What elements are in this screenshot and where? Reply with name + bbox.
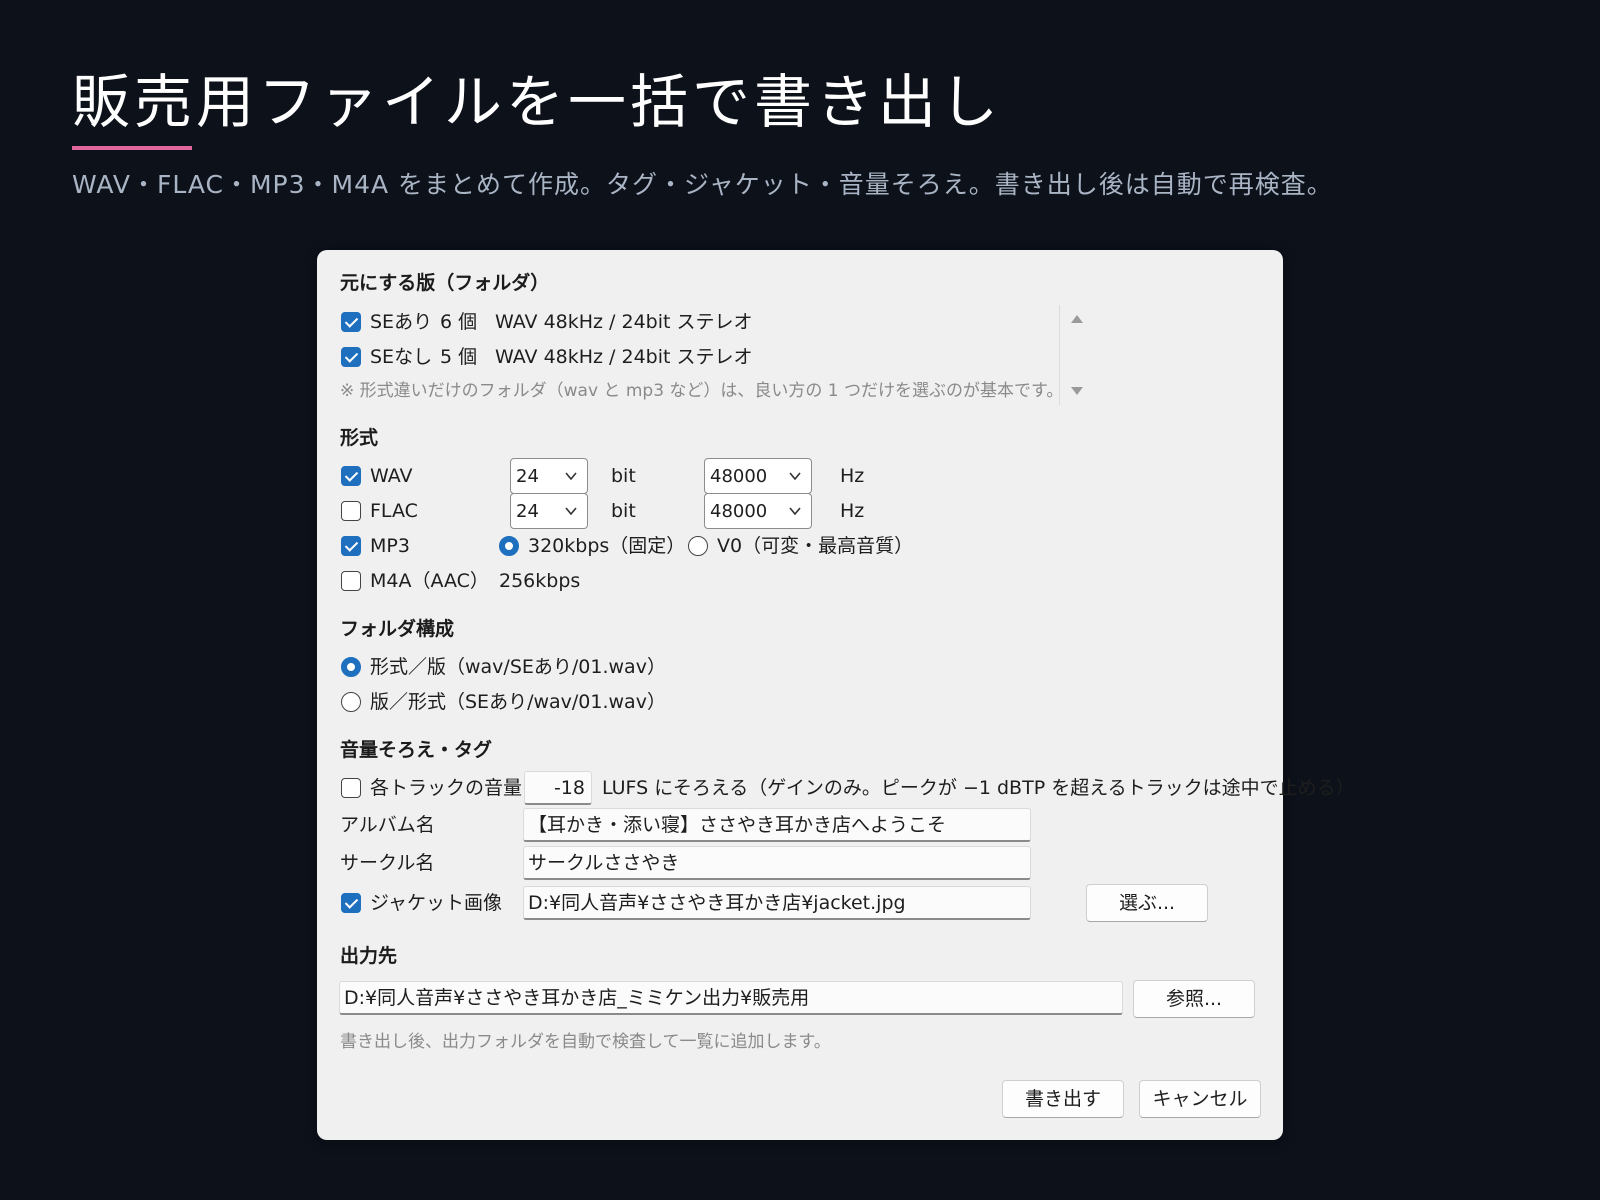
m4a-checkbox[interactable] — [341, 571, 361, 591]
wav-bit-value: 24 — [516, 466, 539, 487]
circle-input[interactable]: サークルささやき — [523, 846, 1031, 880]
cancel-button[interactable]: キャンセル — [1139, 1080, 1261, 1118]
folder-option1-radio[interactable] — [341, 657, 361, 677]
flac-rate-unit: Hz — [840, 500, 865, 522]
wav-rate-value: 48000 — [710, 466, 768, 487]
source-nose-format: WAV 48kHz / 24bit ステレオ — [495, 346, 753, 368]
m4a-label: M4A（AAC） — [370, 570, 489, 592]
export-dialog: 元にする版（フォルダ） SEあり 6 個 WAV 48kHz / 24bit ス… — [317, 250, 1355, 1140]
output-path-value: D:¥同人音声¥ささやき耳かき店_ミミケン出力¥販売用 — [344, 987, 810, 1009]
folder-option2-label: 版／形式（SEあり/wav/01.wav） — [370, 691, 666, 713]
m4a-bitrate: 256kbps — [499, 570, 581, 592]
flac-rate-select[interactable]: 48000 — [704, 493, 812, 529]
loudness-label: 各トラックの音量を — [370, 777, 542, 799]
flac-label: FLAC — [370, 500, 418, 522]
flac-bit-select[interactable]: 24 — [510, 493, 588, 529]
source-se-name: SEあり — [370, 311, 433, 333]
source-nose-checkbox[interactable] — [341, 347, 361, 367]
page-title: 販売用ファイルを一括で書き出し — [72, 68, 1003, 136]
source-se-format: WAV 48kHz / 24bit ステレオ — [495, 311, 753, 333]
source-se-count: 6 個 — [440, 311, 478, 333]
loudness-suffix: LUFS にそろえる（ゲインのみ。ピークが −1 dBTP を超えるトラックは途… — [602, 777, 1355, 799]
mp3-cbr-radio[interactable] — [499, 536, 519, 556]
jacket-value: D:¥同人音声¥ささやき耳かき店¥jacket.jpg — [528, 892, 906, 914]
mp3-vbr-radio[interactable] — [688, 536, 708, 556]
circle-value: サークルささやき — [528, 852, 680, 874]
triangle-down-icon[interactable] — [1070, 386, 1084, 396]
output-path-input[interactable]: D:¥同人音声¥ささやき耳かき店_ミミケン出力¥販売用 — [339, 981, 1123, 1015]
mp3-checkbox[interactable] — [341, 536, 361, 556]
folder-heading: フォルダ構成 — [340, 618, 455, 640]
circle-label: サークル名 — [340, 852, 435, 874]
triangle-up-icon[interactable] — [1070, 314, 1084, 324]
source-nose-count: 5 個 — [440, 346, 478, 368]
lufs-input[interactable]: -18 — [524, 771, 592, 805]
source-se-checkbox[interactable] — [341, 312, 361, 332]
format-heading: 形式 — [340, 427, 379, 449]
chevron-down-icon — [565, 507, 577, 516]
album-value: 【耳かき・添い寝】ささやき耳かき店へようこそ — [528, 814, 947, 836]
source-heading: 元にする版（フォルダ） — [340, 272, 550, 294]
chevron-down-icon — [789, 507, 801, 516]
folder-option2-radio[interactable] — [341, 692, 361, 712]
flac-bit-value: 24 — [516, 501, 539, 522]
chevron-down-icon — [789, 472, 801, 481]
flac-checkbox[interactable] — [341, 501, 361, 521]
album-label: アルバム名 — [340, 814, 435, 836]
wav-rate-select[interactable]: 48000 — [704, 458, 812, 494]
folder-option1-label: 形式／版（wav/SEあり/01.wav） — [370, 656, 666, 678]
jacket-input[interactable]: D:¥同人音声¥ささやき耳かき店¥jacket.jpg — [523, 886, 1031, 920]
choose-jacket-button[interactable]: 選ぶ... — [1086, 884, 1208, 922]
mp3-vbr-label: V0（可変・最高音質） — [717, 535, 914, 557]
chevron-down-icon — [565, 472, 577, 481]
output-heading: 出力先 — [340, 945, 398, 967]
wav-checkbox[interactable] — [341, 466, 361, 486]
page-subtitle: WAV・FLAC・MP3・M4A をまとめて作成。タグ・ジャケット・音量そろえ。… — [72, 170, 1333, 199]
mp3-label: MP3 — [370, 535, 410, 557]
source-note: ※ 形式違いだけのフォルダ（wav と mp3 など）は、良い方の 1 つだけを… — [340, 381, 1064, 401]
source-nose-name: SEなし — [370, 346, 433, 368]
output-note: 書き出し後、出力フォルダを自動で検査して一覧に追加します。 — [340, 1032, 831, 1052]
wav-rate-unit: Hz — [840, 465, 865, 487]
loudness-heading: 音量そろえ・タグ — [340, 739, 493, 761]
wav-bit-select[interactable]: 24 — [510, 458, 588, 494]
loudness-checkbox[interactable] — [341, 778, 361, 798]
export-button[interactable]: 書き出す — [1002, 1080, 1124, 1118]
flac-rate-value: 48000 — [710, 501, 768, 522]
lufs-value: -18 — [553, 777, 585, 799]
album-input[interactable]: 【耳かき・添い寝】ささやき耳かき店へようこそ — [523, 808, 1031, 842]
mp3-cbr-label: 320kbps（固定） — [528, 535, 686, 557]
flac-bit-unit: bit — [611, 500, 636, 522]
jacket-label: ジャケット画像 — [370, 892, 503, 914]
title-underline — [72, 146, 192, 150]
browse-button[interactable]: 参照... — [1133, 980, 1255, 1018]
scrollbar-track — [1059, 305, 1060, 405]
wav-label: WAV — [370, 465, 413, 487]
jacket-checkbox[interactable] — [341, 893, 361, 913]
wav-bit-unit: bit — [611, 465, 636, 487]
